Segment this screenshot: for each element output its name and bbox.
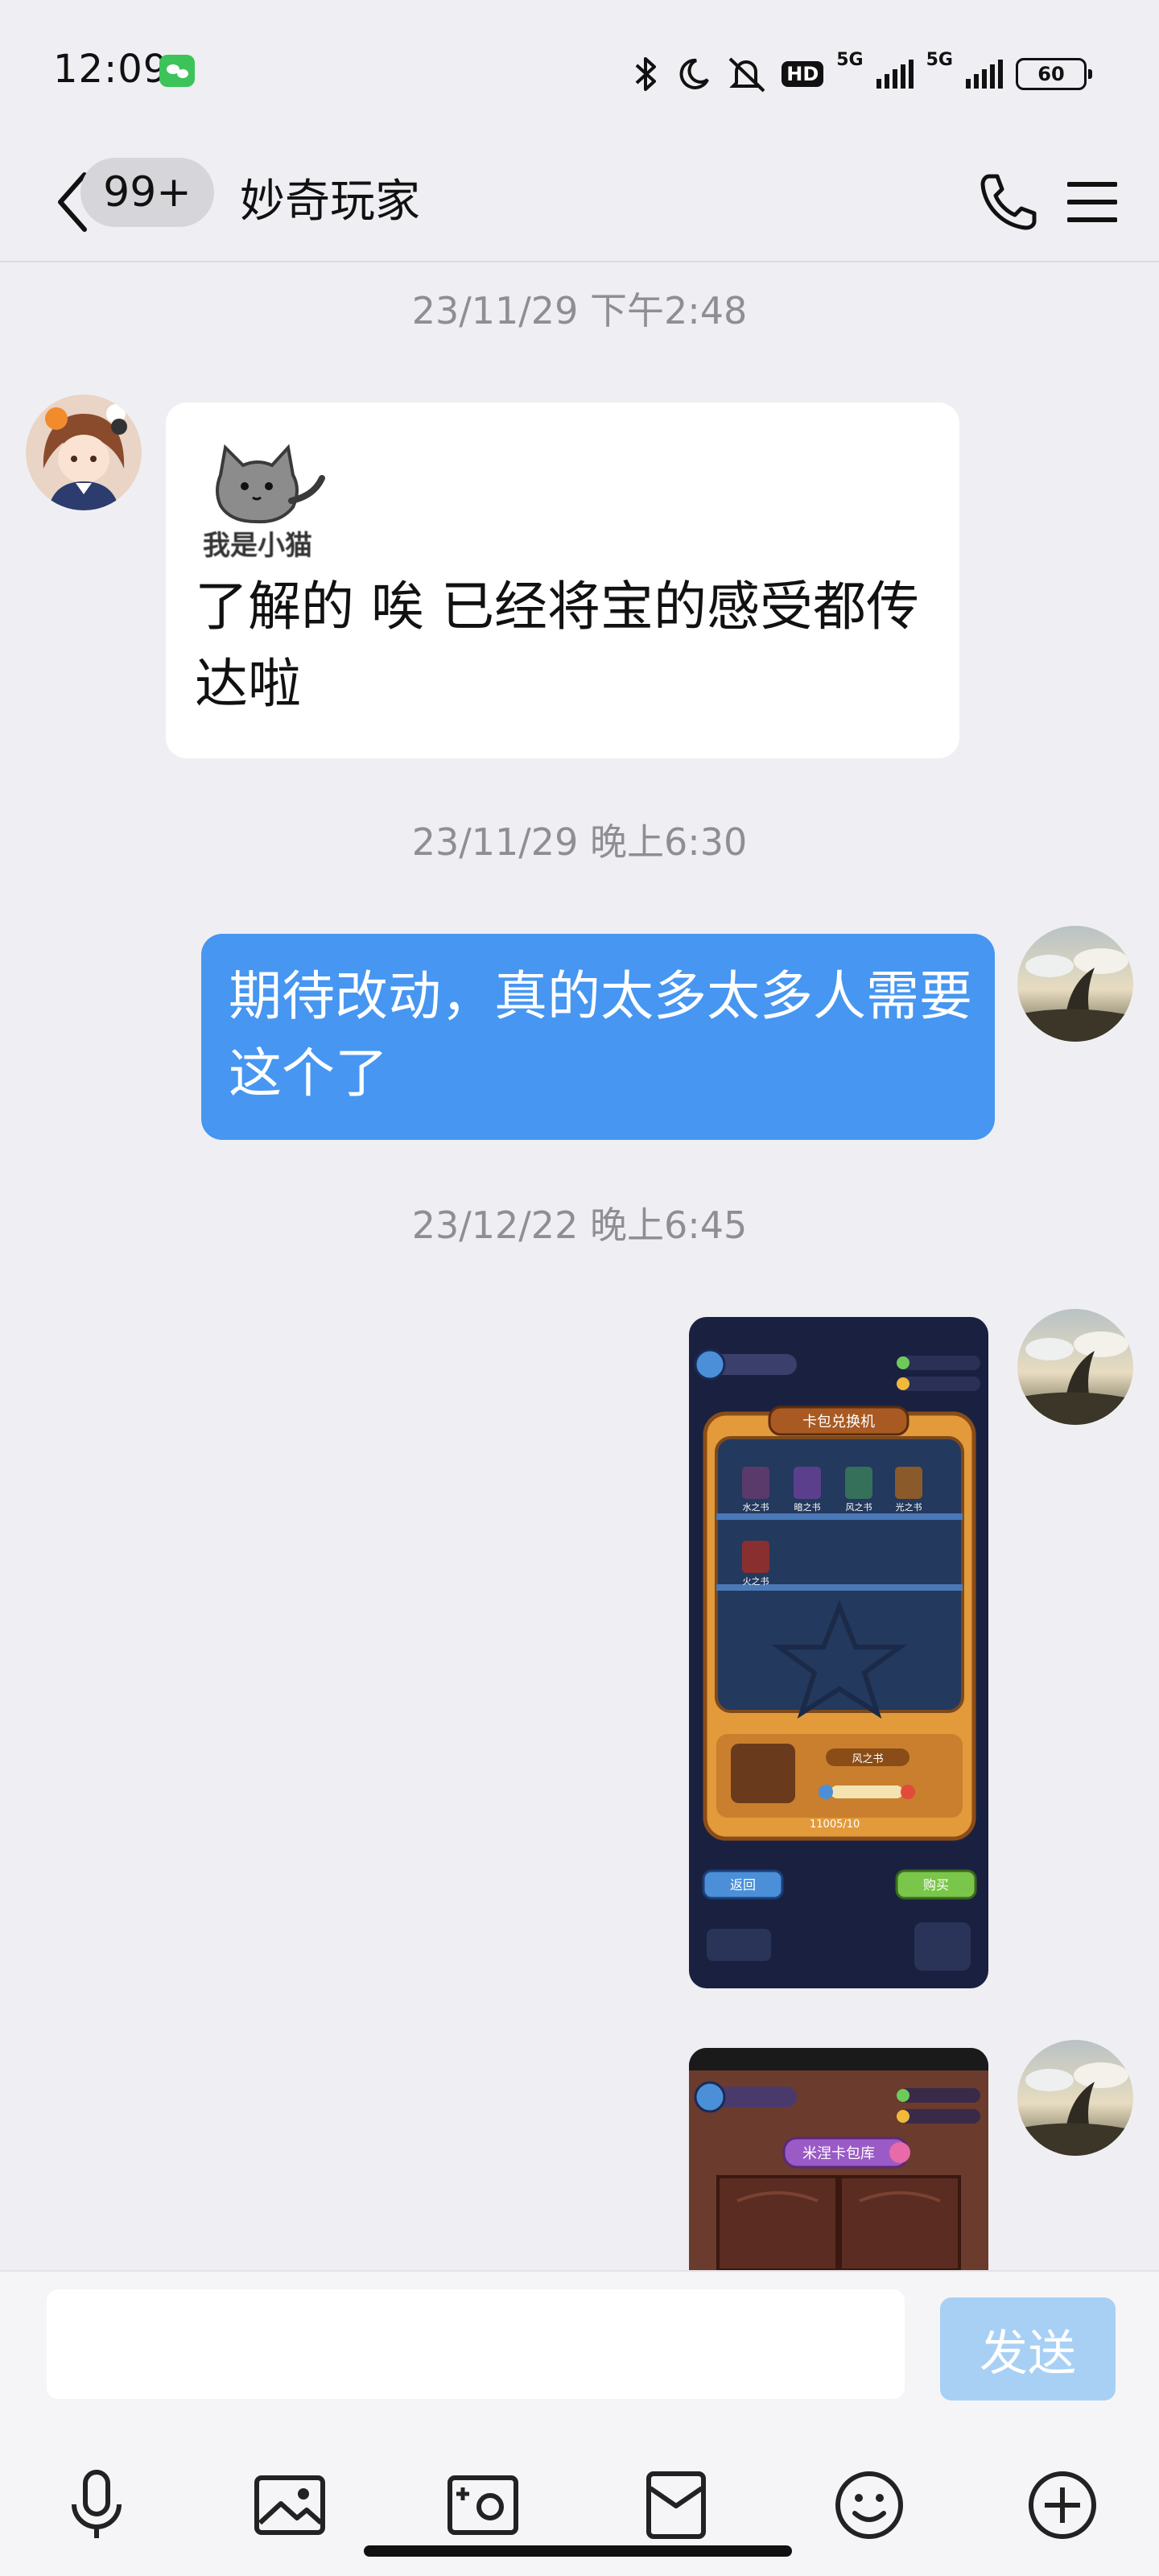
composer-toolbar <box>0 2457 1159 2553</box>
microphone-icon <box>72 2470 122 2538</box>
contact-avatar[interactable] <box>26 394 142 510</box>
message-timestamp: 23/12/22 晚上6:45 <box>411 1203 748 1247</box>
emoji-icon <box>835 2471 903 2539</box>
return-label: 返回 <box>730 1877 756 1893</box>
signal-icon <box>966 60 1003 89</box>
image-message[interactable]: 卡包兑换机 水之书 暗之书 风之书 光之书 火之书 风之书 11005/10 返… <box>689 1317 988 1988</box>
camera-icon <box>448 2475 518 2535</box>
message-timestamp: 23/11/29 晚上6:30 <box>411 820 748 864</box>
hd-voice-badge: HD <box>782 61 824 87</box>
card-label: 光之书 <box>896 1501 922 1513</box>
camera-button[interactable] <box>435 2457 531 2553</box>
message-input[interactable] <box>47 2289 905 2399</box>
chat-title: 妙奇玩家 <box>240 175 420 228</box>
vault-title: 米涅卡包库 <box>802 2145 875 2162</box>
composer-area: 发送 <box>0 2270 1159 2576</box>
battery-icon: 60 <box>1016 58 1092 90</box>
card-label: 水之书 <box>743 1501 769 1513</box>
red-packet-button[interactable] <box>628 2457 724 2553</box>
self-avatar[interactable] <box>1017 1309 1133 1425</box>
card-label: 风之书 <box>846 1501 872 1513</box>
buy-label: 购买 <box>923 1877 949 1893</box>
call-button[interactable] <box>972 166 1045 238</box>
hamburger-menu-icon <box>1067 182 1117 222</box>
image-message[interactable]: 米涅卡包库 <box>689 2048 988 2270</box>
emoji-button[interactable] <box>821 2457 918 2553</box>
game-screenshot: 卡包兑换机 水之书 暗之书 风之书 光之书 火之书 风之书 11005/10 返… <box>689 1317 988 1988</box>
menu-button[interactable] <box>1056 166 1128 238</box>
machine-title: 卡包兑换机 <box>802 1414 875 1430</box>
album-button[interactable] <box>241 2457 338 2553</box>
bluetooth-icon <box>635 57 657 91</box>
wechat-notification-icon <box>159 55 195 87</box>
outgoing-message-bubble[interactable]: 期待改动，真的太多太多人需要这个了 <box>201 934 995 1140</box>
voice-button[interactable] <box>48 2457 145 2553</box>
status-bar: 12:09 HD 5G 5G 60 <box>0 0 1159 145</box>
avatar-image <box>26 394 142 510</box>
status-indicators: HD 5G 5G 60 <box>630 50 1092 98</box>
status-time: 12:09 <box>53 47 169 92</box>
image-icon <box>254 2475 325 2535</box>
incoming-message-bubble[interactable]: 我是小猫 了解的 唉 已经将宝的感受都传达啦 <box>166 402 959 758</box>
message-text: 了解的 唉 已经将宝的感受都传达啦 <box>195 576 919 715</box>
phone-icon <box>980 174 1037 230</box>
avatar-image <box>1017 2040 1133 2156</box>
selected-card-name: 风之书 <box>852 1753 883 1765</box>
moon-icon <box>679 58 710 89</box>
message-text: 期待改动，真的太多太多人需要这个了 <box>229 965 972 1104</box>
avatar-image <box>1017 926 1133 1042</box>
message-timestamp: 23/11/29 下午2:48 <box>411 289 748 332</box>
send-button[interactable]: 发送 <box>940 2297 1116 2401</box>
card-label: 火之书 <box>743 1575 769 1587</box>
self-avatar[interactable] <box>1017 2040 1133 2156</box>
network-type: 5G <box>836 50 864 70</box>
more-button[interactable] <box>1014 2457 1111 2553</box>
exchange-count: 11005/10 <box>810 1818 860 1831</box>
plus-icon <box>1029 2471 1096 2539</box>
self-avatar[interactable] <box>1017 926 1133 1042</box>
red-packet-icon <box>646 2471 706 2539</box>
unread-count-badge[interactable]: 99+ <box>80 158 214 227</box>
avatar-image <box>1017 1309 1133 1425</box>
game-screenshot: 米涅卡包库 <box>689 2048 988 2270</box>
home-indicator[interactable] <box>364 2545 792 2557</box>
signal-icon <box>876 60 914 89</box>
network-type: 5G <box>926 50 953 70</box>
sticker-caption: 我是小猫 <box>203 530 312 562</box>
chat-header: 99+ 妙奇玩家 <box>0 145 1159 262</box>
card-label: 暗之书 <box>794 1501 821 1513</box>
mute-icon <box>728 57 765 93</box>
